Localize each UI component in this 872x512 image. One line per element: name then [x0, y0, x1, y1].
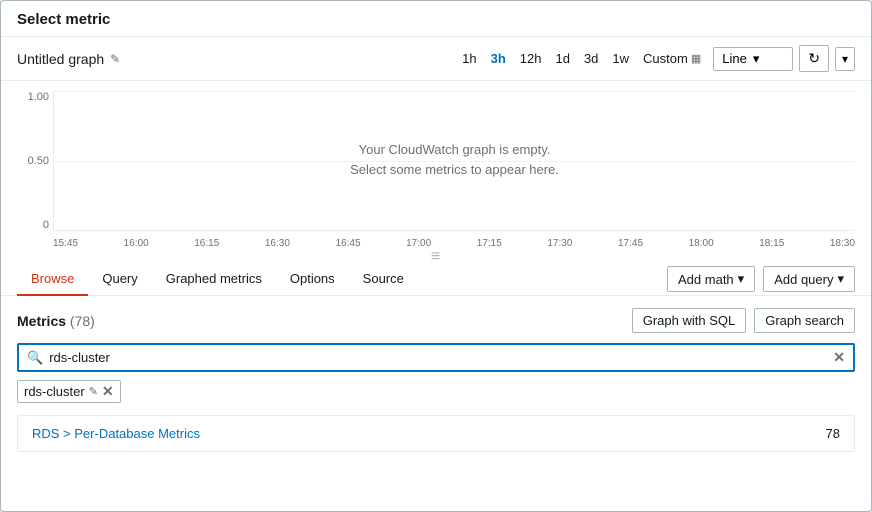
- tab-browse[interactable]: Browse: [17, 263, 88, 296]
- add-query-icon: ▾: [837, 271, 844, 287]
- metrics-action-buttons: Graph with SQL Graph search: [632, 308, 855, 333]
- time-btn-1d[interactable]: 1d: [549, 48, 575, 69]
- search-clear-icon[interactable]: ✕: [833, 349, 845, 366]
- metrics-count: (78): [70, 313, 95, 329]
- time-btn-1w[interactable]: 1w: [606, 48, 635, 69]
- tab-graphed-metrics-label: Graphed metrics: [166, 271, 262, 286]
- resize-handle[interactable]: ≡: [1, 251, 871, 263]
- modal-header: Select metric: [1, 1, 871, 37]
- graph-title-text: Untitled graph: [17, 51, 104, 67]
- y-label-3: 0: [43, 219, 49, 231]
- tags-row: rds-cluster ✎ ✕: [17, 380, 855, 403]
- grid-line-top: [54, 91, 855, 92]
- x-label-5: 16:45: [336, 238, 361, 249]
- tabs-right: Add math ▾ Add query ▾: [667, 266, 855, 292]
- refresh-button[interactable]: ↻: [799, 45, 829, 72]
- more-options-button[interactable]: ▾: [835, 47, 855, 71]
- x-label-10: 18:00: [689, 238, 714, 249]
- add-query-label: Add query: [774, 272, 833, 287]
- tab-options[interactable]: Options: [276, 263, 349, 296]
- select-metric-modal: Select metric Untitled graph ✎ 1h 3h 12h…: [0, 0, 872, 512]
- add-query-button[interactable]: Add query ▾: [763, 266, 855, 292]
- results-list: RDS > Per-Database Metrics 78: [17, 415, 855, 452]
- x-label-2: 16:00: [124, 238, 149, 249]
- graph-title-edit-icon[interactable]: ✎: [110, 52, 120, 66]
- chart-area: 1.00 0.50 0 Your CloudWatch graph is emp…: [1, 81, 871, 251]
- chart-empty-message: Your CloudWatch graph is empty. Select s…: [350, 140, 559, 182]
- time-controls: 1h 3h 12h 1d 3d 1w Custom ▦: [456, 48, 707, 69]
- metrics-title: Metrics (78): [17, 313, 95, 329]
- result-count: 78: [826, 426, 840, 441]
- chart-type-value: Line: [722, 51, 747, 66]
- x-label-3: 16:15: [194, 238, 219, 249]
- toolbar-right: 1h 3h 12h 1d 3d 1w Custom ▦ Line ▾ ↻ ▾: [456, 45, 855, 72]
- tag-remove-icon[interactable]: ✕: [102, 383, 114, 400]
- graph-toolbar: Untitled graph ✎ 1h 3h 12h 1d 3d 1w Cust…: [1, 37, 871, 81]
- search-icon: 🔍: [27, 350, 43, 366]
- x-label-12: 18:30: [830, 238, 855, 249]
- search-input[interactable]: [49, 350, 827, 365]
- chart-empty-line2: Select some metrics to appear here.: [350, 161, 559, 182]
- y-label-1: 1.00: [28, 91, 49, 103]
- tabs-left: Browse Query Graphed metrics Options Sou…: [17, 263, 418, 295]
- result-path: RDS > Per-Database Metrics: [32, 426, 200, 441]
- tabs-bar: Browse Query Graphed metrics Options Sou…: [1, 263, 871, 296]
- graph-search-button[interactable]: Graph search: [754, 308, 855, 333]
- chart-empty-line1: Your CloudWatch graph is empty.: [350, 140, 559, 161]
- metrics-title-text: Metrics: [17, 313, 66, 329]
- x-label-1: 15:45: [53, 238, 78, 249]
- tag-edit-icon[interactable]: ✎: [89, 385, 98, 398]
- time-btn-custom[interactable]: Custom ▦: [637, 48, 707, 69]
- y-axis: 1.00 0.50 0: [17, 91, 53, 231]
- x-label-4: 16:30: [265, 238, 290, 249]
- x-label-6: 17:00: [406, 238, 431, 249]
- tab-query[interactable]: Query: [88, 263, 151, 296]
- time-btn-1h[interactable]: 1h: [456, 48, 482, 69]
- add-math-icon: ▾: [738, 271, 745, 287]
- chart-type-select[interactable]: Line ▾: [713, 47, 793, 71]
- search-box: 🔍 ✕: [17, 343, 855, 372]
- tab-query-label: Query: [102, 271, 137, 286]
- custom-label: Custom: [643, 51, 688, 66]
- tag-label: rds-cluster: [24, 384, 85, 399]
- x-label-9: 17:45: [618, 238, 643, 249]
- x-axis: 15:45 16:00 16:15 16:30 16:45 17:00 17:1…: [53, 238, 855, 249]
- chart-canvas: 1.00 0.50 0 Your CloudWatch graph is emp…: [17, 91, 855, 251]
- graph-title-area: Untitled graph ✎: [17, 51, 120, 67]
- metrics-header: Metrics (78) Graph with SQL Graph search: [17, 308, 855, 333]
- chart-plot: Your CloudWatch graph is empty. Select s…: [53, 91, 855, 231]
- x-label-8: 17:30: [547, 238, 572, 249]
- filter-tag: rds-cluster ✎ ✕: [17, 380, 121, 403]
- tab-source[interactable]: Source: [349, 263, 418, 296]
- time-btn-3h[interactable]: 3h: [485, 48, 512, 69]
- y-label-2: 0.50: [28, 155, 49, 167]
- modal-title: Select metric: [17, 11, 110, 28]
- tab-browse-label: Browse: [31, 271, 74, 286]
- result-item[interactable]: RDS > Per-Database Metrics 78: [18, 416, 854, 451]
- x-label-11: 18:15: [759, 238, 784, 249]
- time-btn-12h[interactable]: 12h: [514, 48, 548, 69]
- add-math-label: Add math: [678, 272, 734, 287]
- chart-type-dropdown-icon: ▾: [753, 51, 760, 67]
- x-label-7: 17:15: [477, 238, 502, 249]
- metrics-section: Metrics (78) Graph with SQL Graph search…: [1, 296, 871, 464]
- tab-graphed-metrics[interactable]: Graphed metrics: [152, 263, 276, 296]
- add-math-button[interactable]: Add math ▾: [667, 266, 755, 292]
- tab-options-label: Options: [290, 271, 335, 286]
- time-btn-3d[interactable]: 3d: [578, 48, 604, 69]
- graph-with-sql-button[interactable]: Graph with SQL: [632, 308, 747, 333]
- calendar-icon: ▦: [691, 52, 701, 65]
- tab-source-label: Source: [363, 271, 404, 286]
